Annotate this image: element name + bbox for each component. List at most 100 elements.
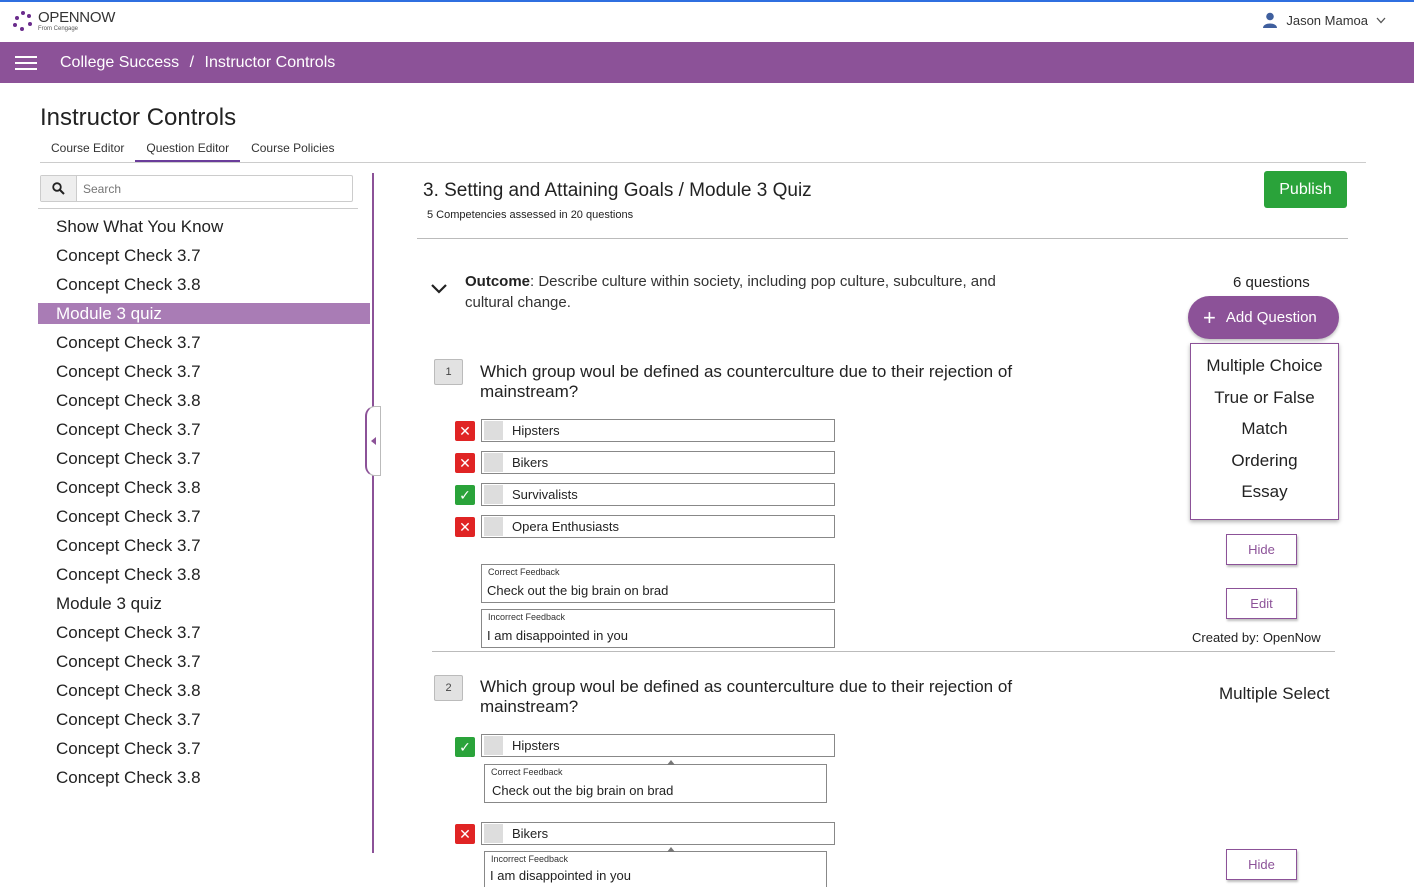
sidebar-item[interactable]: Concept Check 3.7 bbox=[38, 361, 370, 390]
sidebar-item[interactable]: Concept Check 3.7 bbox=[38, 419, 370, 448]
sidebar-item[interactable]: Concept Check 3.7 bbox=[38, 506, 370, 535]
incorrect-feedback-field[interactable]: Incorrect Feedback I am disappointed in … bbox=[481, 609, 835, 648]
answer-text: Survivalists bbox=[512, 487, 578, 502]
correct-check-icon[interactable]: ✓ bbox=[455, 737, 475, 757]
quiz-title: 3. Setting and Attaining Goals / Module … bbox=[423, 180, 812, 201]
answer-text: Bikers bbox=[512, 826, 549, 841]
sidebar-item[interactable]: Concept Check 3.7 bbox=[38, 622, 370, 651]
sidebar-item[interactable]: Concept Check 3.7 bbox=[38, 332, 370, 361]
sidebar-item[interactable]: Concept Check 3.8 bbox=[38, 680, 370, 709]
answer-option[interactable]: Bikers bbox=[481, 451, 835, 474]
menu-item-match[interactable]: Match bbox=[1191, 419, 1338, 451]
logo[interactable]: OPENNOW From Cengage bbox=[12, 10, 115, 32]
page-title: Instructor Controls bbox=[40, 104, 237, 131]
question-type-label: Multiple Select bbox=[1219, 684, 1330, 703]
answer-handle[interactable] bbox=[484, 485, 503, 504]
menu-item-true-or-false[interactable]: True or False bbox=[1191, 388, 1338, 420]
incorrect-icon[interactable]: ✕ bbox=[455, 824, 475, 844]
answer-handle[interactable] bbox=[484, 736, 503, 755]
user-menu[interactable]: Jason Mamoa bbox=[1262, 12, 1394, 28]
feedback-text: I am disappointed in you bbox=[490, 868, 631, 883]
sidebar-item[interactable]: Concept Check 3.7 bbox=[38, 651, 370, 680]
sidebar-item[interactable]: Concept Check 3.8 bbox=[38, 390, 370, 419]
sidebar-divider bbox=[38, 208, 358, 209]
menu-item-essay[interactable]: Essay bbox=[1191, 482, 1338, 514]
answer-option[interactable]: Opera Enthusiasts bbox=[481, 515, 835, 538]
tab-bar: Course Editor Question Editor Course Pol… bbox=[40, 136, 345, 162]
question-count: 6 questions bbox=[1233, 274, 1310, 291]
hide-button[interactable]: Hide bbox=[1226, 534, 1297, 565]
menu-item-ordering[interactable]: Ordering bbox=[1191, 451, 1338, 483]
collapse-sidebar-handle[interactable] bbox=[365, 406, 381, 476]
sidebar-item[interactable]: Concept Check 3.8 bbox=[38, 477, 370, 506]
breadcrumb-course[interactable]: College Success bbox=[60, 54, 179, 71]
sidebar-list: Show What You Know Concept Check 3.7 Conce… bbox=[38, 216, 370, 796]
incorrect-icon[interactable]: ✕ bbox=[455, 453, 475, 473]
add-question-label: Add Question bbox=[1225, 309, 1317, 326]
feedback-caret bbox=[667, 847, 675, 852]
sidebar-item[interactable]: Concept Check 3.7 bbox=[38, 448, 370, 477]
sidebar-item[interactable]: Concept Check 3.8 bbox=[38, 274, 370, 303]
answer-handle[interactable] bbox=[484, 824, 503, 843]
answer-option[interactable]: Survivalists bbox=[481, 483, 835, 506]
tab-question-editor[interactable]: Question Editor bbox=[135, 136, 241, 162]
correct-check-icon[interactable]: ✓ bbox=[455, 485, 475, 505]
outcome-text: : Describe culture within society, inclu… bbox=[465, 273, 996, 311]
breadcrumb-separator: / bbox=[189, 53, 195, 71]
edit-button[interactable]: Edit bbox=[1226, 588, 1297, 619]
hide-button[interactable]: Hide bbox=[1226, 849, 1297, 880]
feedback-text: Check out the big brain on brad bbox=[492, 783, 674, 798]
sidebar-item[interactable]: Show What You Know bbox=[38, 216, 370, 245]
user-icon bbox=[1263, 12, 1278, 28]
answer-handle[interactable] bbox=[484, 517, 503, 536]
breadcrumb: College Success / Instructor Controls bbox=[60, 54, 341, 72]
sidebar-item[interactable]: Concept Check 3.7 bbox=[38, 245, 370, 274]
tab-course-editor[interactable]: Course Editor bbox=[40, 136, 135, 162]
question-number: 1 bbox=[434, 359, 463, 385]
sidebar-item[interactable]: Concept Check 3.8 bbox=[38, 767, 370, 796]
feedback-label: Incorrect Feedback bbox=[491, 854, 569, 864]
feedback-text: I am disappointed in you bbox=[487, 628, 628, 643]
answer-handle[interactable] bbox=[484, 421, 503, 440]
sidebar-item[interactable]: Module 3 quiz bbox=[38, 303, 370, 324]
feedback-label: Incorrect Feedback bbox=[488, 612, 566, 622]
search-input[interactable] bbox=[77, 181, 347, 196]
correct-feedback-field[interactable]: Correct Feedback Check out the big brain… bbox=[481, 564, 835, 603]
correct-feedback-field[interactable]: Correct Feedback Check out the big brain… bbox=[484, 760, 827, 803]
sidebar-border bbox=[372, 173, 374, 853]
outcome-label: Outcome bbox=[465, 273, 531, 290]
sidebar-item[interactable]: Concept Check 3.8 bbox=[38, 564, 370, 593]
hamburger-menu-icon[interactable] bbox=[15, 52, 37, 74]
feedback-label: Correct Feedback bbox=[491, 767, 563, 777]
plus-icon: + bbox=[1203, 304, 1216, 330]
menu-item-multiple-choice[interactable]: Multiple Choice bbox=[1191, 356, 1338, 388]
answer-option[interactable]: Bikers bbox=[481, 822, 835, 845]
feedback-label: Correct Feedback bbox=[488, 567, 560, 577]
sidebar-item[interactable]: Concept Check 3.7 bbox=[38, 709, 370, 738]
outcome-description: Outcome: Describe culture within society… bbox=[465, 271, 1045, 313]
created-by: Created by: OpenNow bbox=[1192, 630, 1321, 645]
logo-sub: From Cengage bbox=[38, 26, 79, 32]
sidebar-item[interactable]: Concept Check 3.7 bbox=[38, 535, 370, 564]
breadcrumb-page: Instructor Controls bbox=[204, 53, 336, 71]
answer-handle[interactable] bbox=[484, 453, 503, 472]
publish-button[interactable]: Publish bbox=[1264, 171, 1347, 208]
sidebar-item[interactable]: Module 3 quiz bbox=[38, 593, 370, 622]
answer-option[interactable]: Hipsters bbox=[481, 419, 835, 442]
tabs-divider bbox=[40, 162, 1366, 163]
tab-course-policies[interactable]: Course Policies bbox=[240, 136, 345, 162]
search-button[interactable] bbox=[41, 176, 77, 201]
incorrect-icon[interactable]: ✕ bbox=[455, 421, 475, 441]
chevron-down-icon[interactable] bbox=[430, 283, 448, 295]
incorrect-feedback-field[interactable]: Incorrect Feedback I am disappointed in … bbox=[484, 847, 827, 887]
sidebar-item[interactable]: Concept Check 3.7 bbox=[38, 738, 370, 767]
search-box bbox=[40, 175, 353, 202]
question-text: Which group woul be defined as countercu… bbox=[480, 362, 1013, 401]
question-number: 2 bbox=[434, 675, 463, 701]
add-question-button[interactable]: + Add Question bbox=[1188, 296, 1339, 339]
answer-text: Opera Enthusiasts bbox=[512, 519, 619, 534]
incorrect-icon[interactable]: ✕ bbox=[455, 517, 475, 537]
answer-option[interactable]: Hipsters bbox=[481, 734, 835, 757]
chevron-down-icon bbox=[1376, 17, 1386, 23]
search-icon bbox=[52, 182, 65, 195]
